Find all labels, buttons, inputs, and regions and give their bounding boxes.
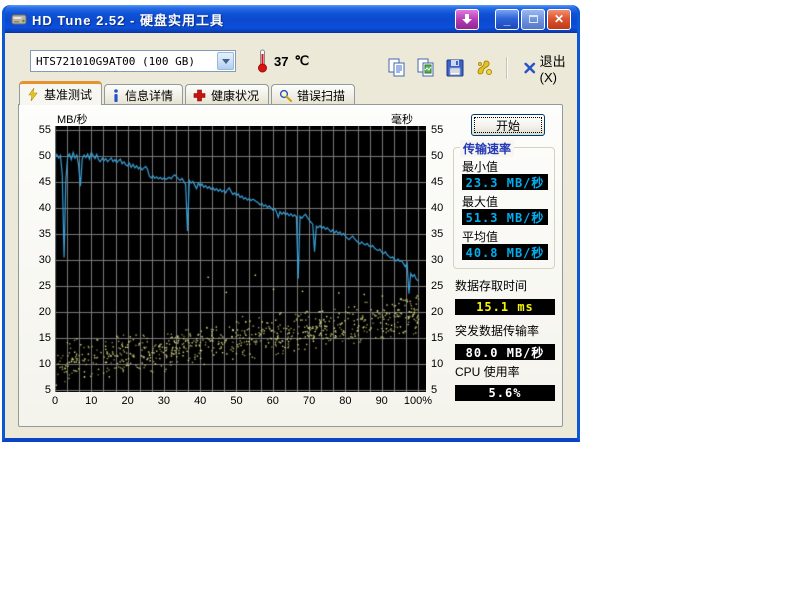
y-tick-label: 15 (431, 332, 457, 344)
burst-rate-display: 80.0 MB/秒 (455, 344, 555, 360)
toolbar: 退出(X) (387, 49, 579, 87)
x-tick-label: 0 (52, 395, 58, 407)
info-icon (112, 89, 120, 102)
right-axis-title: 毫秒 (391, 111, 413, 127)
x-tick-label: 90 (376, 395, 388, 407)
access-time-label: 数据存取时间 (455, 279, 527, 293)
tab-health[interactable]: 健康状况 (185, 84, 269, 105)
copy-image-icon (416, 58, 436, 78)
min-value-label: 最小值 (462, 160, 498, 174)
minimize-button[interactable]: _ (495, 9, 519, 30)
access-time-block: 数据存取时间 15.1 ms (455, 277, 555, 315)
toolbar-separator (506, 57, 508, 79)
y-tick-label: 10 (25, 358, 51, 370)
copy-icon (387, 58, 407, 78)
y-tick-label: 45 (25, 176, 51, 188)
maximize-button[interactable] (521, 9, 545, 30)
tab-info[interactable]: 信息详情 (104, 84, 183, 105)
hdtune-window: HD Tune 2.52 - 硬盘实用工具 _ ✕ HTS721010G9AT0… (2, 5, 580, 442)
x-tick-label: 60 (267, 395, 279, 407)
y-tick-label: 30 (25, 254, 51, 266)
chevron-down-icon[interactable] (217, 52, 234, 70)
x-tick-label: 40 (194, 395, 206, 407)
start-button[interactable]: 开始 (471, 114, 545, 136)
max-value-display: 51.3 MB/秒 (462, 209, 548, 225)
x-tick-label: 20 (121, 395, 133, 407)
title-bar[interactable]: HD Tune 2.52 - 硬盘实用工具 _ ✕ (5, 5, 577, 33)
benchmark-chart-area: MB/秒 毫秒 555045403530252015105 5550454035… (19, 105, 459, 428)
temperature-value: 37 (274, 54, 288, 69)
save-icon (445, 58, 465, 78)
benchmark-chart (55, 126, 426, 392)
y-tick-label: 5 (25, 384, 51, 396)
app-icon (11, 11, 27, 27)
left-axis-title: MB/秒 (57, 111, 88, 127)
download-button[interactable] (455, 9, 479, 30)
avg-value-display: 40.8 MB/秒 (462, 244, 548, 260)
avg-value-label: 平均值 (462, 230, 498, 244)
magnifier-icon (279, 89, 292, 102)
y-tick-label: 55 (431, 124, 457, 136)
transfer-rate-group-title: 传输速率 (460, 140, 514, 157)
y-tick-label: 15 (25, 332, 51, 344)
health-cross-icon (193, 89, 206, 102)
drive-select[interactable]: HTS721010G9AT00 (100 GB) (30, 50, 236, 72)
down-arrow-icon (461, 13, 473, 25)
y-tick-label: 55 (25, 124, 51, 136)
y-tick-label: 20 (25, 306, 51, 318)
window-title: HD Tune 2.52 - 硬盘实用工具 (32, 10, 453, 29)
y-tick-label: 50 (25, 150, 51, 162)
y-tick-label: 20 (431, 306, 457, 318)
x-tick-label: 70 (303, 395, 315, 407)
cpu-usage-label: CPU 使用率 (455, 365, 520, 379)
tab-error-scan[interactable]: 错误扫描 (271, 84, 355, 105)
copy-image-button[interactable] (416, 56, 436, 80)
x-tick-label: 100% (404, 395, 432, 407)
minimize-glyph: _ (504, 14, 511, 26)
y-tick-label: 25 (25, 280, 51, 292)
temperature-unit: ℃ (294, 53, 309, 69)
desktop: HD Tune 2.52 - 硬盘实用工具 _ ✕ HTS721010G9AT0… (0, 0, 800, 600)
close-button[interactable]: ✕ (547, 9, 571, 30)
cpu-usage-block: CPU 使用率 5.6% (455, 363, 555, 401)
drive-select-value: HTS721010G9AT00 (100 GB) (31, 55, 217, 68)
copy-button[interactable] (387, 56, 407, 80)
cpu-usage-display: 5.6% (455, 385, 555, 401)
tab-strip: 基准测试 信息详情 健康状况 (19, 81, 357, 105)
client-area: HTS721010G9AT00 (100 GB) 37 ℃ (5, 33, 577, 438)
x-tick-label: 30 (158, 395, 170, 407)
access-time-display: 15.1 ms (455, 299, 555, 315)
close-glyph: ✕ (554, 13, 564, 25)
options-button[interactable] (474, 56, 494, 80)
y-tick-label: 25 (431, 280, 457, 292)
tools-icon (474, 58, 494, 78)
y-tick-label: 10 (431, 358, 457, 370)
transfer-rate-group: 传输速率 最小值 23.3 MB/秒 最大值 51.3 MB/秒 平均值 40.… (453, 147, 555, 269)
max-value-label: 最大值 (462, 195, 498, 209)
maximize-glyph (529, 15, 538, 23)
x-tick-label: 50 (230, 395, 242, 407)
burst-rate-label: 突发数据传输率 (455, 324, 539, 338)
x-tick-label: 80 (339, 395, 351, 407)
exit-button[interactable]: 退出(X) (520, 49, 579, 87)
exit-label: 退出(X) (540, 51, 576, 85)
exit-x-icon (524, 61, 536, 75)
temperature-indicator: 37 ℃ (257, 49, 309, 73)
y-tick-label: 5 (431, 384, 457, 396)
tab-info-label: 信息详情 (125, 87, 173, 104)
min-value-display: 23.3 MB/秒 (462, 174, 548, 190)
tab-benchmark[interactable]: 基准测试 (19, 81, 102, 105)
start-button-label: 开始 (496, 117, 520, 134)
x-tick-label: 10 (85, 395, 97, 407)
y-tick-label: 35 (25, 228, 51, 240)
benchmark-panel: MB/秒 毫秒 555045403530252015105 5550454035… (18, 104, 563, 427)
tab-error-scan-label: 错误扫描 (297, 87, 345, 104)
save-button[interactable] (445, 56, 465, 80)
y-tick-label: 40 (25, 202, 51, 214)
burst-rate-block: 突发数据传输率 80.0 MB/秒 (455, 322, 555, 360)
benchmark-icon (27, 88, 39, 101)
tab-health-label: 健康状况 (211, 87, 259, 104)
tab-benchmark-label: 基准测试 (44, 86, 92, 103)
thermometer-icon (257, 49, 268, 73)
